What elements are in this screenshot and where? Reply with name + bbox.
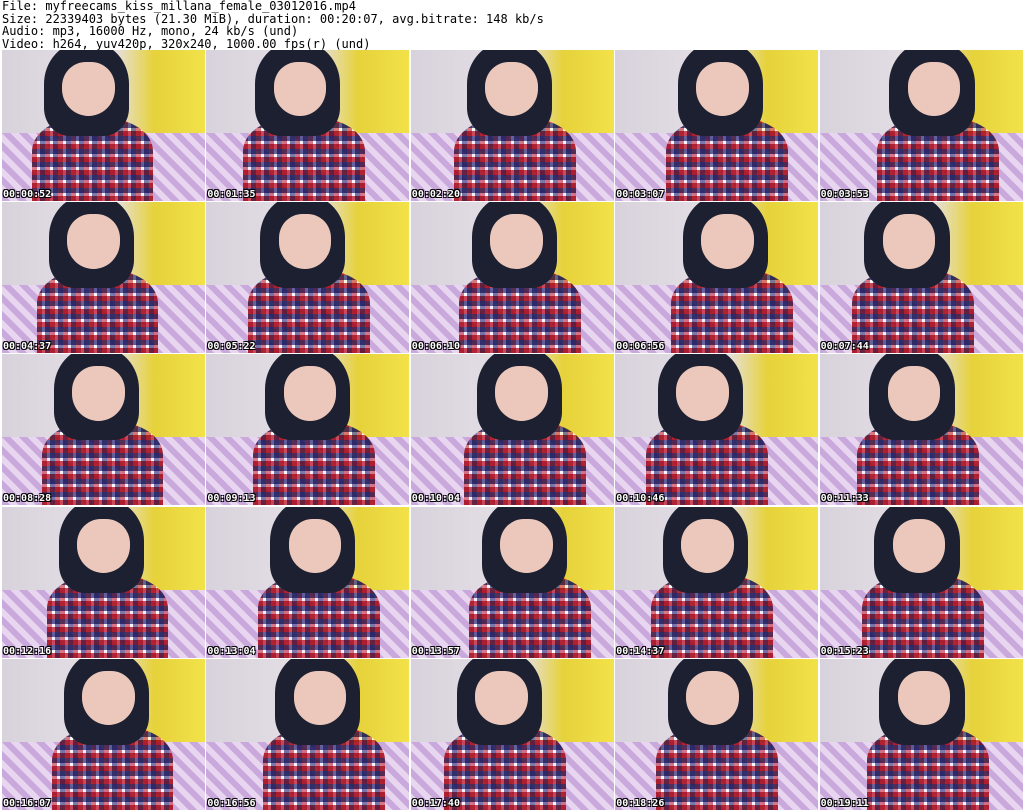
video-line: Video: h264, yuv420p, 320x240, 1000.00 f…	[2, 36, 371, 51]
thumbnail-timestamp: 00:13:57	[411, 645, 460, 657]
video-thumbnail: 00:14:37	[615, 506, 819, 658]
video-thumbnail: 00:13:57	[410, 506, 614, 658]
face	[701, 214, 755, 269]
video-thumbnail: 00:10:04	[410, 354, 614, 506]
video-thumbnail: 00:19:11	[819, 658, 1023, 810]
thumbnail-timestamp: 00:17:40	[411, 797, 460, 809]
thumbnail-timestamp: 00:09:13	[207, 493, 256, 505]
face	[907, 62, 961, 117]
face	[681, 518, 735, 574]
video-thumbnail: 00:11:33	[819, 354, 1023, 506]
thumbnail-timestamp: 00:13:04	[207, 645, 256, 657]
thumbnail-timestamp: 00:12:16	[3, 645, 52, 657]
thumbnail-timestamp: 00:03:53	[820, 189, 869, 200]
thumbnail-timestamp: 00:02:20	[411, 189, 460, 200]
face	[288, 518, 342, 574]
video-thumbnail: 00:06:10	[410, 202, 614, 354]
video-thumbnail: 00:18:26	[615, 658, 819, 810]
video-thumbnail: 00:00:52	[2, 50, 205, 201]
face	[62, 62, 115, 117]
video-thumbnail: 00:09:13	[206, 354, 410, 506]
thumbnail-timestamp: 00:06:10	[411, 341, 460, 353]
face	[892, 518, 946, 574]
thumbnail-timestamp: 00:16:07	[3, 797, 52, 809]
thumbnail-grid: 00:00:52 00:01:35 00:02:20 00:03:07 00:03:53…	[2, 50, 1023, 811]
thumbnail-timestamp: 00:06:56	[616, 341, 665, 353]
thumbnail-timestamp: 00:10:46	[616, 493, 665, 505]
face	[499, 518, 553, 574]
video-thumbnail: 00:08:28	[2, 354, 205, 506]
video-thumbnail: 00:03:53	[819, 50, 1023, 201]
thumbnail-timestamp: 00:00:52	[3, 189, 52, 200]
video-thumbnail: 00:04:37	[2, 202, 205, 354]
video-thumbnail: 00:13:04	[206, 506, 410, 658]
thumbnail-timestamp: 00:04:37	[3, 341, 52, 353]
video-thumbnail: 00:16:56	[206, 658, 410, 810]
face	[897, 670, 951, 726]
face	[696, 62, 750, 117]
face	[67, 214, 120, 269]
video-thumbnail: 00:07:44	[819, 202, 1023, 354]
face	[686, 670, 740, 726]
thumbnail-timestamp: 00:03:07	[616, 189, 665, 200]
file-info-header: File: myfreecams_kiss_millana_female_030…	[2, 0, 1022, 50]
audio-line: Audio: mp3, 16000 Hz, mono, 24 kb/s (und…	[2, 24, 299, 38]
thumbnail-timestamp: 00:16:56	[207, 797, 256, 809]
thumbnail-timestamp: 00:10:04	[411, 493, 460, 505]
face	[77, 518, 130, 574]
video-thumbnail: 00:17:40	[410, 658, 614, 810]
video-thumbnail: 00:12:16	[2, 506, 205, 658]
thumbnail-timestamp: 00:19:11	[820, 797, 869, 809]
face	[273, 62, 327, 117]
thumbnail-timestamp: 00:18:26	[616, 797, 665, 809]
thumbnail-timestamp: 00:07:44	[820, 341, 869, 353]
thumbnail-timestamp: 00:11:33	[820, 493, 869, 505]
thumbnail-timestamp: 00:05:22	[207, 341, 256, 353]
face	[72, 366, 125, 421]
face	[293, 670, 347, 726]
face	[882, 214, 936, 269]
face	[887, 366, 941, 421]
thumbnail-timestamp: 00:14:37	[616, 645, 665, 657]
face	[278, 214, 332, 269]
file-name-line: File: myfreecams_kiss_millana_female_030…	[2, 0, 357, 13]
thumbnail-timestamp: 00:08:28	[3, 493, 52, 505]
thumbnail-timestamp: 00:15:23	[820, 645, 869, 657]
face	[489, 214, 543, 269]
face	[676, 366, 730, 421]
video-thumbnail: 00:10:46	[615, 354, 819, 506]
face	[484, 62, 538, 117]
face	[494, 366, 548, 421]
video-thumbnail: 00:15:23	[819, 506, 1023, 658]
face	[283, 366, 337, 421]
video-thumbnail: 00:02:20	[410, 50, 614, 201]
video-thumbnail: 00:16:07	[2, 658, 205, 810]
video-thumbnail: 00:01:35	[206, 50, 410, 201]
thumbnail-timestamp: 00:01:35	[207, 189, 256, 200]
video-thumbnail: 00:03:07	[615, 50, 819, 201]
face	[474, 670, 528, 726]
video-thumbnail: 00:05:22	[206, 202, 410, 354]
video-thumbnail: 00:06:56	[615, 202, 819, 354]
face	[82, 670, 135, 726]
